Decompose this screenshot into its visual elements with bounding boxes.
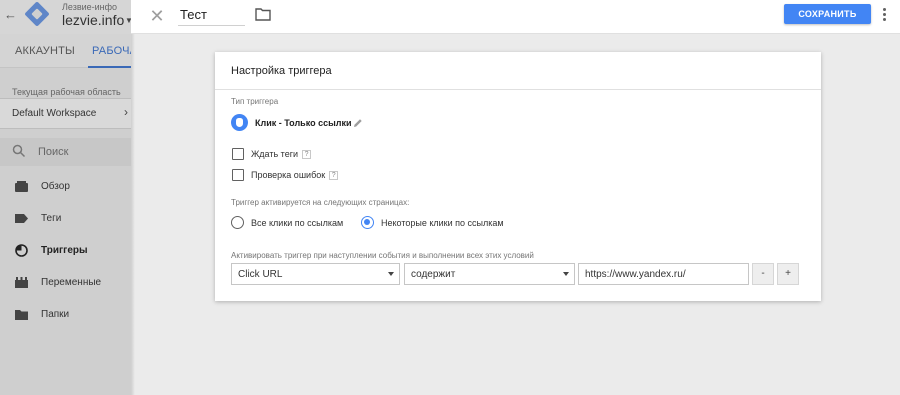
sidebar: ← Лезвие-инфо lezvie.info ▼ АККАУНТЫ РАБ… — [0, 0, 131, 395]
dropdown-arrow-icon — [388, 272, 394, 276]
tab-accounts[interactable]: АККАУНТЫ — [15, 45, 75, 57]
help-icon[interactable]: ? — [329, 171, 339, 180]
workspace-selector[interactable]: Default Workspace › — [0, 98, 131, 129]
tag-icon — [15, 214, 28, 223]
sidebar-item-label: Папки — [41, 309, 70, 320]
trigger-type-label: Тип триггера — [231, 97, 279, 106]
close-icon[interactable]: ✕ — [148, 7, 166, 25]
radio-label: Некоторые клики по ссылкам — [381, 218, 504, 228]
radio-button[interactable] — [231, 216, 244, 229]
workspace-label: Текущая рабочая область — [12, 87, 121, 97]
sidebar-tabs: АККАУНТЫ РАБОЧАЯ — [0, 34, 131, 68]
sidebar-item-label: Переменные — [41, 277, 102, 288]
sidebar-item-tags[interactable]: Теги — [0, 209, 131, 229]
trigger-icon — [15, 244, 28, 257]
sidebar-item-folders[interactable]: Папки — [0, 305, 131, 325]
sidebar-item-triggers[interactable]: Триггеры — [0, 241, 131, 261]
more-options-icon[interactable] — [879, 6, 889, 24]
checkbox-label-text: Ждать теги — [251, 149, 299, 159]
condition-value-input[interactable] — [578, 263, 749, 285]
tab-workspace[interactable]: РАБОЧАЯ — [92, 45, 131, 57]
workspace-name: Default Workspace — [12, 108, 97, 119]
variable-select-value: Click URL — [238, 269, 283, 280]
checkbox-label: Проверка ошибок? — [251, 170, 339, 180]
pencil-icon[interactable] — [353, 118, 363, 128]
checkbox-label: Ждать теги? — [251, 149, 312, 159]
trigger-editor-toolbar: ✕ СОХРАНИТЬ — [131, 0, 900, 34]
sidebar-item-variables[interactable]: Переменные — [0, 273, 131, 293]
active-tab-indicator — [88, 66, 131, 68]
operator-select-value: содержит — [411, 269, 456, 280]
sidebar-search[interactable]: Поиск — [0, 138, 131, 166]
variable-select[interactable]: Click URL — [231, 263, 400, 285]
search-placeholder: Поиск — [38, 146, 69, 158]
condition-label: Активировать триггер при наступлении соб… — [231, 251, 534, 260]
container-name[interactable]: lezvie.info — [62, 12, 124, 28]
checkbox[interactable] — [232, 169, 244, 181]
click-icon — [231, 114, 248, 131]
trigger-type-value: Клик - Только ссылки — [255, 118, 352, 128]
chevron-right-icon: › — [124, 105, 128, 119]
card-title: Настройка триггера — [231, 65, 332, 77]
sidebar-header: ← Лезвие-инфо lezvie.info ▼ — [0, 0, 131, 34]
sidebar-item-overview[interactable]: Обзор — [0, 177, 131, 197]
remove-condition-button[interactable]: - — [752, 263, 774, 285]
save-button[interactable]: СОХРАНИТЬ — [784, 4, 871, 24]
trigger-config-card: Настройка триггера Тип триггера Клик - Т… — [215, 52, 821, 301]
add-condition-button[interactable]: + — [777, 263, 799, 285]
gtm-logo — [24, 1, 50, 27]
search-icon — [12, 144, 26, 158]
fires-on-label: Триггер активируется на следующих страни… — [231, 198, 410, 207]
help-icon[interactable]: ? — [302, 150, 312, 159]
overview-icon — [15, 181, 28, 192]
sidebar-item-label: Теги — [41, 213, 62, 224]
divider — [215, 89, 821, 90]
dropdown-arrow-icon — [563, 272, 569, 276]
trigger-name-input[interactable] — [178, 3, 245, 26]
radio-button-selected[interactable] — [361, 216, 374, 229]
operator-select[interactable]: содержит — [404, 263, 575, 285]
checkbox-label-text: Проверка ошибок — [251, 170, 326, 180]
folder-icon[interactable] — [255, 7, 271, 21]
panel-shadow — [131, 0, 135, 395]
checkbox[interactable] — [232, 148, 244, 160]
sidebar-item-label: Обзор — [41, 181, 70, 192]
back-arrow-icon[interactable]: ← — [4, 8, 18, 22]
account-name: Лезвие-инфо — [62, 2, 118, 12]
variables-icon — [15, 277, 28, 288]
sidebar-item-label: Триггеры — [41, 245, 88, 256]
radio-label: Все клики по ссылкам — [251, 218, 344, 228]
folder-icon — [15, 310, 28, 320]
